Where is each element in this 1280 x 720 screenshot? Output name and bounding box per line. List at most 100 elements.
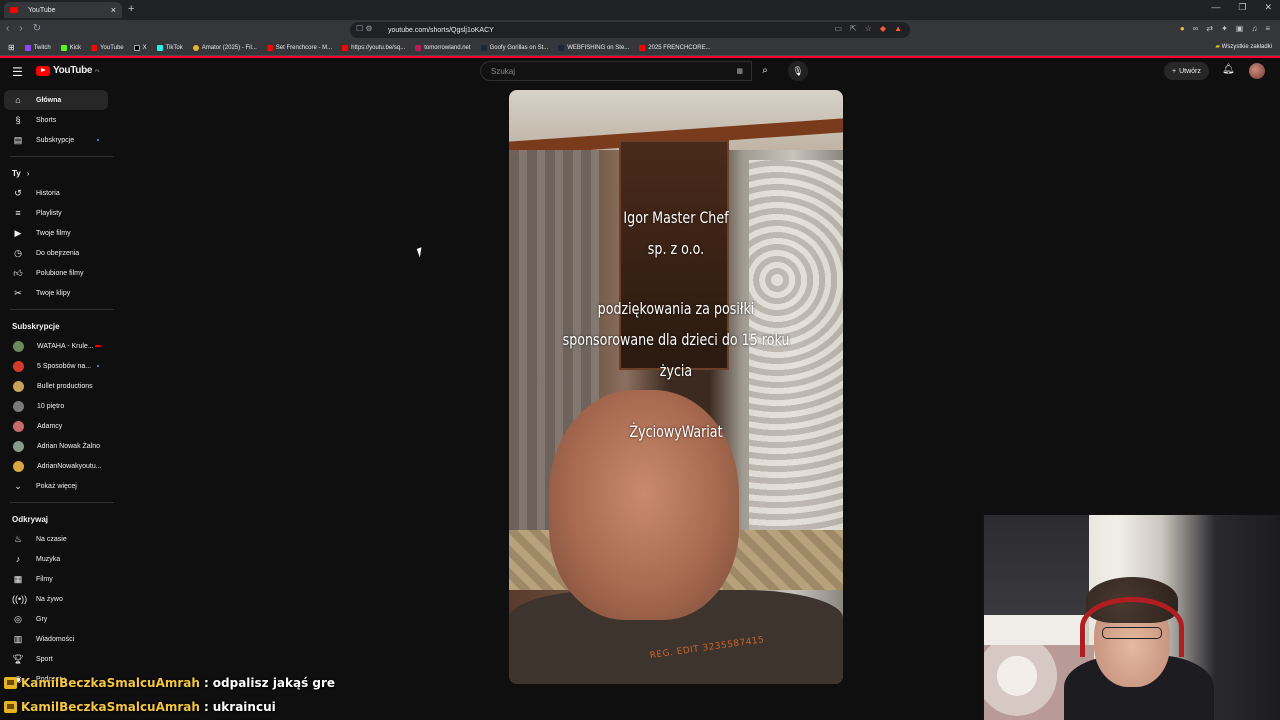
- voice-search-button[interactable]: 🎙︎: [788, 61, 808, 81]
- sidebar-sub-channel[interactable]: 5 Sposobów na...: [0, 356, 118, 376]
- keyboard-icon[interactable]: ▦: [736, 67, 743, 75]
- video-caption-title: Igor Master Chef sp. z o.o.: [623, 208, 729, 258]
- bookmark-item[interactable]: Kick: [60, 44, 81, 51]
- bookmark-item[interactable]: tomorrowland.net: [415, 44, 471, 51]
- window-close-icon[interactable]: ✕: [1264, 2, 1272, 13]
- sidebar-item-sport[interactable]: 🏆︎ Sport: [0, 649, 118, 669]
- warning-icon[interactable]: ▲: [894, 24, 902, 33]
- bookmark-item[interactable]: 2025 FRENCHCORE...: [639, 44, 711, 51]
- sidebar-item-history[interactable]: ↺ Historia: [0, 183, 118, 203]
- search-button[interactable]: ⌕: [752, 61, 778, 81]
- watch-later-icon: ◷: [14, 247, 22, 258]
- puzzle-icon[interactable]: ✦: [1221, 24, 1228, 33]
- hamburger-menu-icon[interactable]: ☰: [12, 65, 23, 79]
- sidebar-item-shorts[interactable]: § Shorts: [0, 110, 118, 130]
- sidebar-item-live[interactable]: ((•)) Na żywo: [0, 589, 118, 609]
- brave-shield-icon[interactable]: ◆: [880, 24, 886, 33]
- forward-icon[interactable]: ›: [19, 23, 22, 34]
- sidebar-sub-channel[interactable]: Adamcy: [0, 416, 118, 436]
- sidebar-item-news[interactable]: ▥ Wiadomości: [0, 629, 118, 649]
- home-icon: ⌂: [15, 95, 21, 105]
- streamer-webcam-overlay: [982, 513, 1280, 720]
- apps-icon[interactable]: ⊞: [8, 43, 15, 52]
- account-avatar[interactable]: [1249, 63, 1265, 79]
- star-icon[interactable]: ☆: [865, 24, 872, 33]
- minimize-icon[interactable]: —: [1211, 2, 1220, 13]
- sidebar-item-clips[interactable]: ✂ Twoje klipy: [0, 283, 118, 303]
- bookmark-item[interactable]: Goofy Gorillas on St...: [480, 44, 548, 51]
- show-more-button[interactable]: ⌄ Pokaż więcej: [0, 476, 118, 496]
- live-indicator: [95, 345, 101, 347]
- back-icon[interactable]: ‹: [6, 23, 9, 34]
- youtube-header: ☰ YouTube PL Szukaj ▦ ⌕ 🎙︎ + Utwórz 🔔︎: [0, 58, 1280, 86]
- youtube-play-icon: [36, 65, 50, 76]
- bookmarks-bar: ⊞ Twitch Kick YouTube X TikTok Amator (2…: [0, 40, 1280, 56]
- chat-badge-icon: [4, 701, 17, 713]
- music-icon: ♪: [15, 554, 21, 564]
- chat-separator: :: [203, 676, 209, 690]
- new-tab-icon[interactable]: +: [128, 3, 134, 15]
- bookmark-item[interactable]: X: [133, 44, 147, 51]
- cast-icon[interactable]: ▭: [834, 24, 842, 33]
- chat-username: KamilBeczkaSmalcuAmrah: [21, 700, 200, 714]
- sidebar-sub-channel[interactable]: WATAHA - Krule...: [0, 336, 118, 356]
- sidepanel-icon[interactable]: ▣: [1236, 24, 1244, 33]
- share-icon[interactable]: ⇱: [850, 24, 857, 33]
- browser-tab-bar: YouTube × + — ❐ ✕: [0, 0, 1280, 20]
- sidebar-sub-channel[interactable]: AdrianNowakyoutu...: [0, 456, 118, 476]
- extension-icon[interactable]: ∞: [1193, 24, 1199, 33]
- bookmark-item[interactable]: Amator (2025) - Fil...: [192, 44, 257, 51]
- bookmark-item[interactable]: YouTube: [91, 44, 124, 51]
- sidebar-item-watch-later[interactable]: ◷ Do obejrzenia: [0, 243, 118, 263]
- sidebar-item-movies[interactable]: ▦ Filmy: [0, 569, 118, 589]
- sidebar-item-your-videos[interactable]: ▶ Twoje filmy: [0, 223, 118, 243]
- chevron-right-icon: ›: [26, 168, 30, 178]
- bookmark-item[interactable]: https://youtu.be/sq...: [342, 44, 405, 51]
- trending-icon: ♨: [13, 533, 23, 544]
- bookmark-page-icon[interactable]: ☐ ⚙: [356, 24, 373, 33]
- reload-icon[interactable]: ↻: [33, 23, 41, 34]
- chat-message: KamilBeczkaSmalcuAmrah : odpalisz jakąś …: [0, 672, 980, 694]
- notifications-bell-icon[interactable]: 🔔︎: [1222, 64, 1235, 75]
- search-input[interactable]: Szukaj ▦: [480, 61, 752, 81]
- media-icon[interactable]: ♫: [1251, 24, 1257, 33]
- window-controls: — ❐ ✕: [1211, 2, 1272, 13]
- browser-tab-youtube[interactable]: YouTube ×: [4, 2, 122, 18]
- all-bookmarks[interactable]: ▰ Wszystkie zakładki: [1215, 43, 1272, 50]
- bookmark-item[interactable]: Twitch: [24, 44, 51, 51]
- shorts-icon: §: [15, 115, 21, 125]
- sidebar-subscriptions-heading: Subskrypcje: [12, 321, 60, 331]
- extension-icon[interactable]: ●: [1180, 24, 1185, 33]
- address-bar[interactable]: ☐ ⚙ youtube.com/shorts/Qgslj1oKACY ▭ ⇱ ☆…: [350, 22, 910, 38]
- nav-buttons: ‹ › ↻: [6, 23, 41, 34]
- extension-icon[interactable]: ⇄: [1206, 24, 1213, 33]
- sidebar-item-trending[interactable]: ♨ Na czasie: [0, 529, 118, 549]
- search-icon: ⌕: [762, 65, 768, 76]
- chat-text: odpalisz jakąś gre: [212, 676, 336, 690]
- short-video-player[interactable]: REG. EDIT 3235587415 Igor Master Chef sp…: [509, 90, 843, 684]
- chat-message: KamilBeczkaSmalcuAmrah : ukraincui: [0, 696, 980, 718]
- sidebar-item-gaming[interactable]: ◎ Gry: [0, 609, 118, 629]
- gaming-icon: ◎: [14, 613, 22, 624]
- sidebar-item-music[interactable]: ♪ Muzyka: [0, 549, 118, 569]
- create-button[interactable]: + Utwórz: [1164, 62, 1209, 80]
- close-icon[interactable]: ×: [111, 5, 116, 15]
- sidebar-sub-channel[interactable]: 10 piętro: [0, 396, 118, 416]
- new-content-dot: [97, 139, 99, 141]
- sidebar-item-liked[interactable]: 👍︎ Polubione filmy: [0, 263, 118, 283]
- channel-avatar: [13, 360, 24, 372]
- sidebar-sub-channel[interactable]: Bullet productions: [0, 376, 118, 396]
- sidebar-item-home[interactable]: ⌂ Główna: [4, 90, 108, 110]
- restore-icon[interactable]: ❐: [1238, 2, 1246, 13]
- bookmark-item[interactable]: Set Frenchcore - M...: [266, 44, 332, 51]
- sidebar-you-heading[interactable]: Ty ›: [0, 163, 118, 183]
- bookmark-item[interactable]: WEBFISHING on Ste...: [558, 44, 629, 51]
- bookmark-item[interactable]: TikTok: [156, 44, 183, 51]
- menu-dots-icon[interactable]: ≡: [1265, 24, 1270, 33]
- chat-badge-icon: [4, 677, 17, 689]
- sidebar-item-subscriptions[interactable]: ▤ Subskrypcje: [0, 130, 118, 150]
- sidebar-sub-channel[interactable]: Adrian Nowak Żalno: [0, 436, 118, 456]
- sidebar-item-playlists[interactable]: ≡ Playlisty: [0, 203, 118, 223]
- youtube-logo[interactable]: YouTube PL: [36, 65, 100, 76]
- microphone-icon: 🎙︎: [792, 66, 804, 76]
